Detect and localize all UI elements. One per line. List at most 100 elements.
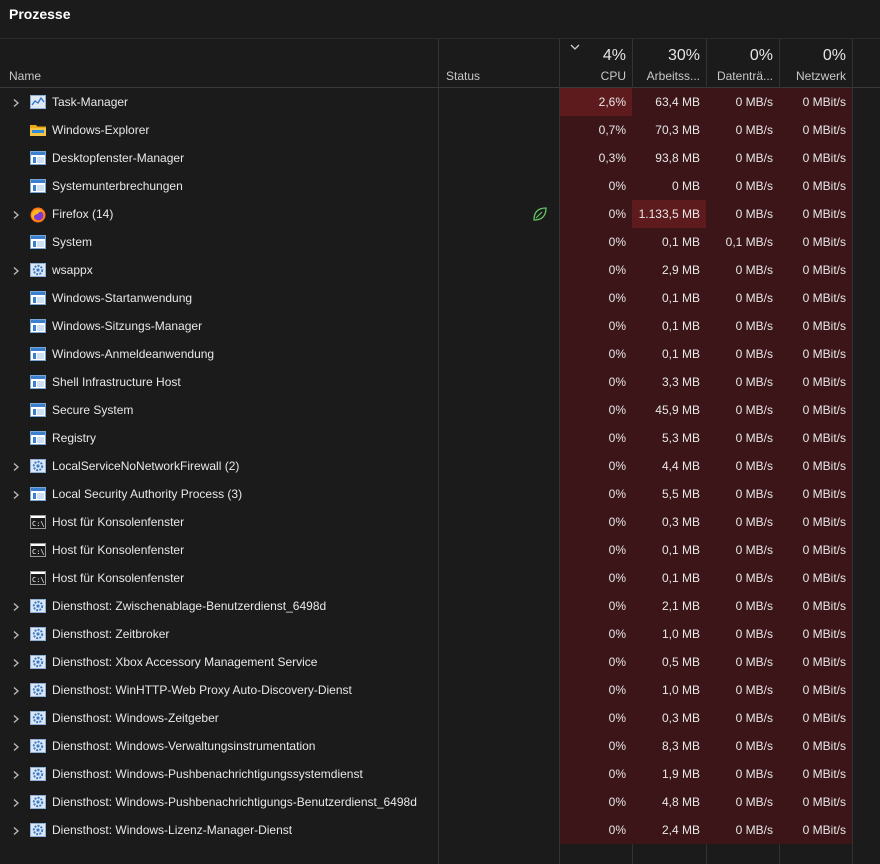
process-row[interactable]: Diensthost: Zeitbroker 0% 1,0 MB 0 MB/s 0 MB… [0,620,880,648]
memory-cell: 0,1 MB [632,312,706,340]
disk-cell: 0 MB/s [706,340,779,368]
network-cell: 0 MBit/s [779,368,852,396]
process-row[interactable]: C:\ Host für Konsolenfenster 0% 0,3 MB 0 MB/… [0,508,880,536]
expand-chevron-icon[interactable] [11,825,21,835]
expand-chevron-icon[interactable] [11,601,21,611]
expand-chevron-icon[interactable] [11,797,21,807]
memory-cell: 4,8 MB [632,788,706,816]
memory-cell: 0,1 MB [632,340,706,368]
process-row[interactable]: Diensthost: Windows-Zeitgeber 0% 0,3 MB 0 M… [0,704,880,732]
expand-chevron-icon[interactable] [11,657,21,667]
disk-cell: 0 MB/s [706,116,779,144]
process-row[interactable]: System 0% 0,1 MB 0,1 MB/s 0 MBit/s [0,228,880,256]
disk-cell: 0 MB/s [706,760,779,788]
gear-icon [30,599,46,613]
column-header-memory[interactable]: 30% Arbeitss... [632,39,706,87]
memory-cell: 1.133,5 MB [632,200,706,228]
column-header-name[interactable]: Name [0,39,438,87]
window-icon [30,151,46,165]
column-header-network[interactable]: 0% Netzwerk [779,39,852,87]
process-row[interactable]: Desktopfenster-Manager 0,3% 93,8 MB 0 MB/s 0… [0,144,880,172]
memory-cell: 1,9 MB [632,760,706,788]
process-row[interactable]: Diensthost: Windows-Lizenz-Manager-Diens… [0,816,880,844]
process-name: Diensthost: Windows-Verwaltungsinstrumen… [52,739,316,753]
expand-chevron-icon[interactable] [11,265,21,275]
memory-cell: 0,1 MB [632,284,706,312]
memory-cell: 70,3 MB [632,116,706,144]
disk-cell: 0 MB/s [706,368,779,396]
gear-icon [30,795,46,809]
process-name: Host für Konsolenfenster [52,515,185,529]
expand-chevron-icon[interactable] [11,97,21,107]
process-row[interactable]: C:\ Host für Konsolenfenster 0% 0,1 MB 0 MB/… [0,564,880,592]
process-name: Diensthost: Windows-Lizenz-Manager-Diens… [52,823,293,837]
network-cell: 0 MBit/s [779,396,852,424]
expand-chevron-icon[interactable] [11,769,21,779]
memory-cell: 63,4 MB [632,88,706,116]
process-row[interactable]: Secure System 0% 45,9 MB 0 MB/s 0 MBit/s [0,396,880,424]
expand-chevron-icon[interactable] [11,489,21,499]
process-row[interactable]: Diensthost: Zwischenablage-Benutzerdiens… [0,592,880,620]
process-row[interactable]: Windows-Anmeldeanwendung 0% 0,1 MB 0 MB/s 0 … [0,340,880,368]
disk-cell: 0 MB/s [706,788,779,816]
process-row[interactable]: Local Security Authority Process (3) 0% 5,… [0,480,880,508]
process-row[interactable]: Diensthost: Windows-Verwaltungsinstrumen… [0,732,880,760]
process-name: Diensthost: Windows-Pushbenachrichtigung… [52,767,363,781]
process-row[interactable]: Windows-Explorer 0,7% 70,3 MB 0 MB/s 0 MBit/… [0,116,880,144]
process-name: Diensthost: Windows-Zeitgeber [52,711,219,725]
disk-cell: 0 MB/s [706,704,779,732]
column-header-status[interactable]: Status [437,39,559,87]
cpu-cell: 0% [560,200,632,228]
expand-chevron-icon[interactable] [11,713,21,723]
process-row[interactable]: Windows-Sitzungs-Manager 0% 0,1 MB 0 MB/s 0 … [0,312,880,340]
disk-cell: 0 MB/s [706,732,779,760]
memory-cell: 2,1 MB [632,592,706,620]
process-row[interactable]: wsappx 0% 2,9 MB 0 MB/s 0 MBit/s [0,256,880,284]
process-row[interactable]: C:\ Host für Konsolenfenster 0% 0,1 MB 0 MB/… [0,536,880,564]
expand-chevron-icon[interactable] [11,685,21,695]
cpu-cell: 2,6% [560,88,632,116]
memory-cell: 0,1 MB [632,536,706,564]
process-name: Shell Infrastructure Host [52,375,181,389]
taskmanager-icon [30,95,46,109]
expand-chevron-icon[interactable] [11,741,21,751]
disk-cell: 0 MB/s [706,620,779,648]
process-row[interactable]: Diensthost: Windows-Pushbenachrichtigung… [0,760,880,788]
cpu-cell: 0% [560,284,632,312]
gear-icon [30,739,46,753]
process-row[interactable]: Systemunterbrechungen 0% 0 MB 0 MB/s 0 MBit/… [0,172,880,200]
process-row[interactable]: Shell Infrastructure Host 0% 3,3 MB 0 MB/s 0… [0,368,880,396]
column-header-disk[interactable]: 0% Datenträ... [706,39,779,87]
process-row[interactable]: LocalServiceNoNetworkFirewall (2) 0% 4,4 M… [0,452,880,480]
cpu-cell: 0% [560,256,632,284]
process-row[interactable]: Diensthost: Windows-Pushbenachrichtigung… [0,788,880,816]
cpu-cell: 0% [560,452,632,480]
process-row[interactable]: Windows-Startanwendung 0% 0,1 MB 0 MB/s 0 MB… [0,284,880,312]
cpu-cell: 0% [560,480,632,508]
gear-icon [30,459,46,473]
process-name: Diensthost: Windows-Pushbenachrichtigung… [52,795,417,809]
network-cell: 0 MBit/s [779,620,852,648]
cpu-cell: 0% [560,704,632,732]
sort-chevron-down-icon[interactable] [570,43,580,54]
expand-chevron-icon[interactable] [11,209,21,219]
svg-text:C:\: C:\ [32,576,45,584]
gear-icon [30,655,46,669]
network-total-percent: 0% [822,47,846,64]
expand-chevron-icon[interactable] [11,461,21,471]
memory-cell: 45,9 MB [632,396,706,424]
process-row[interactable]: Diensthost: WinHTTP-Web Proxy Auto-Disco… [0,676,880,704]
process-row[interactable]: Diensthost: Xbox Accessory Management Se… [0,648,880,676]
disk-cell: 0 MB/s [706,172,779,200]
memory-cell: 8,3 MB [632,732,706,760]
process-row[interactable]: Registry 0% 5,3 MB 0 MB/s 0 MBit/s [0,424,880,452]
process-row[interactable]: Task-Manager 2,6% 63,4 MB 0 MB/s 0 MBit/s [0,88,880,116]
memory-cell: 0,1 MB [632,564,706,592]
svg-text:C:\: C:\ [32,548,45,556]
expand-chevron-icon[interactable] [11,629,21,639]
process-row[interactable]: Firefox (14) 0% 1.133,5 MB 0 MB/s 0 MBit/s [0,200,880,228]
disk-cell: 0 MB/s [706,452,779,480]
process-list: Task-Manager 2,6% 63,4 MB 0 MB/s 0 MBit/s Win… [0,88,880,844]
disk-cell: 0 MB/s [706,88,779,116]
network-cell: 0 MBit/s [779,228,852,256]
